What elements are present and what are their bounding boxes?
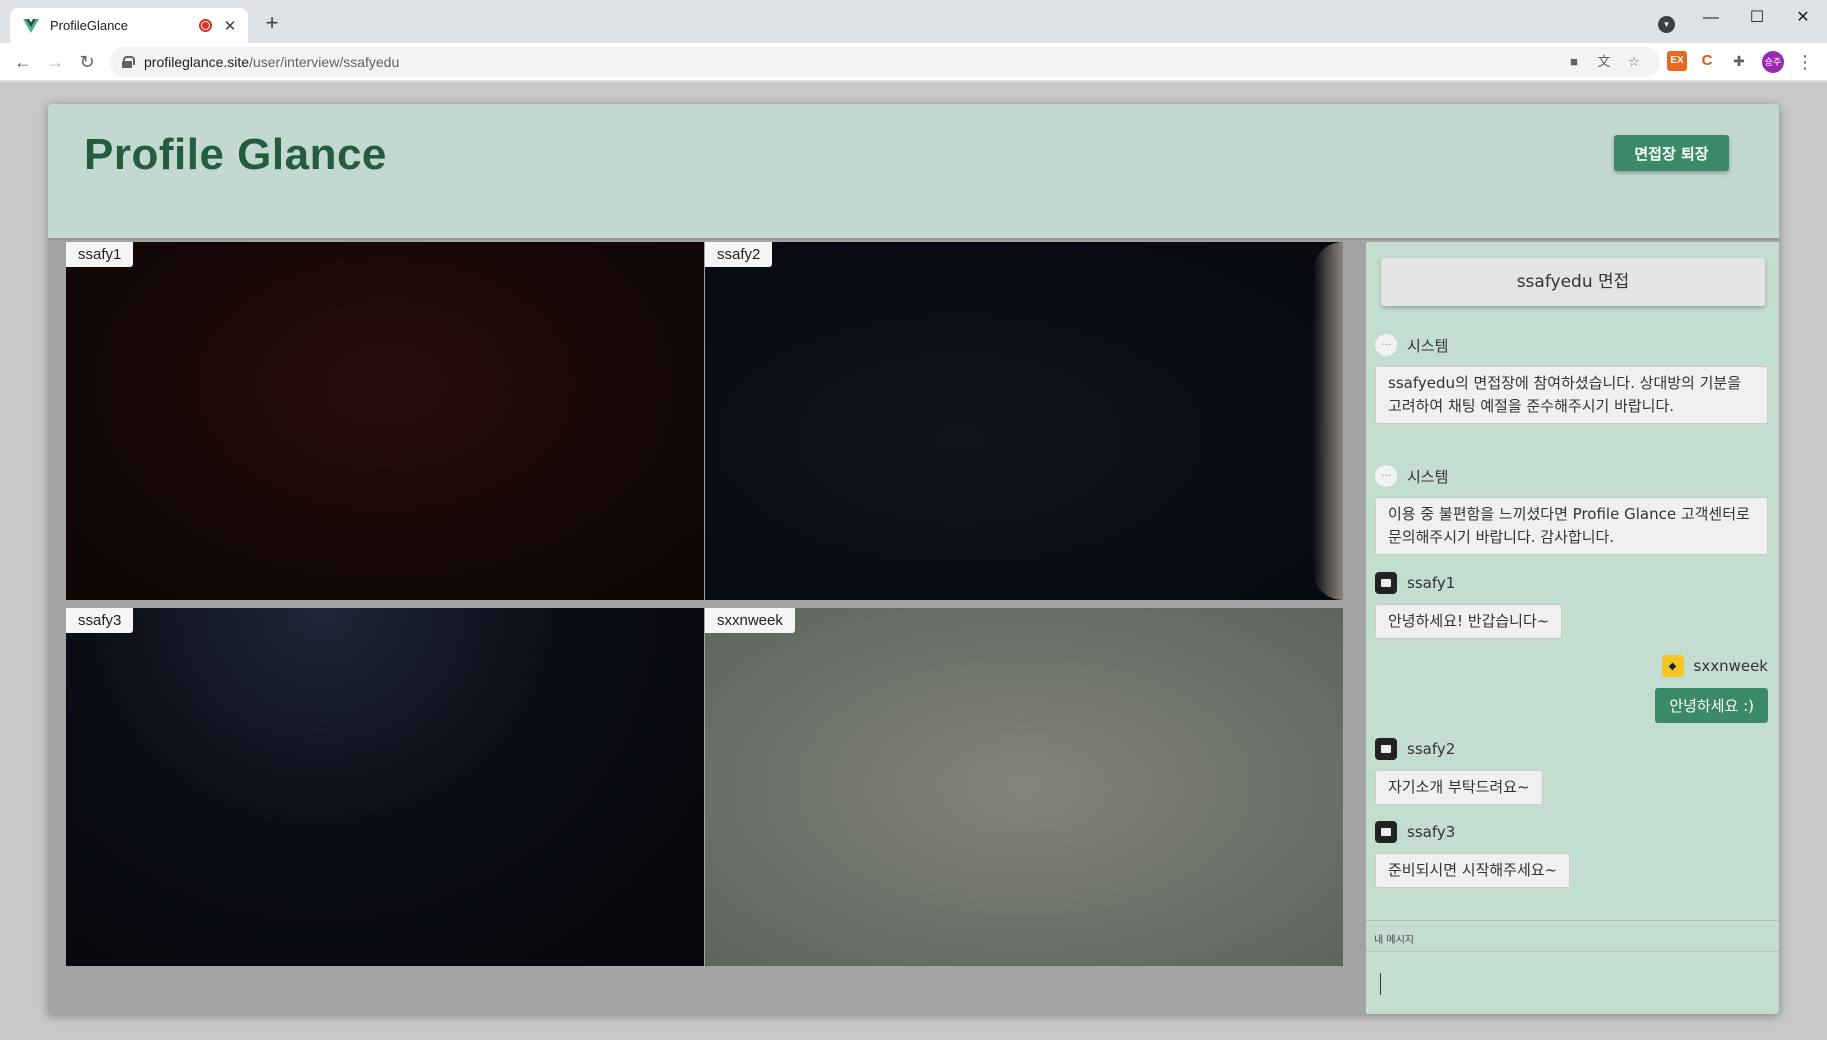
system-avatar-icon: ··· (1375, 334, 1397, 356)
sender-name: sxxnweek (1693, 657, 1769, 675)
url-path: /user/interview/ssafyedu (249, 54, 400, 70)
input-label: 내 메시지 (1374, 935, 1414, 946)
chat-message-mine: 안녕하세요 :) (1655, 688, 1768, 723)
divider (1366, 951, 1779, 952)
lock-icon (122, 56, 135, 68)
extension-orange-icon[interactable]: EX (1667, 51, 1687, 71)
chat-panel: ssafyedu 면접 ··· 시스템 ssafyedu의 면접장에 참여하셨습… (1366, 242, 1779, 1014)
chat-message: 이용 중 불편함을 느끼셨다면 Profile Glance 고객센터로 문의해… (1375, 497, 1768, 555)
camera-icon[interactable]: ■ (1564, 53, 1584, 71)
video-label: sxxnweek (705, 608, 795, 633)
user-avatar-icon (1375, 572, 1397, 594)
video-tile-sxxnweek[interactable]: sxxnweek (705, 608, 1343, 966)
vue-logo-icon (22, 17, 40, 35)
reload-icon[interactable]: ↻ (74, 49, 100, 75)
extensions-puzzle-icon[interactable]: ✚ (1729, 51, 1749, 71)
app-header: Profile Glance 면접장 퇴장 (48, 104, 1779, 240)
video-tile-ssafy2[interactable]: ssafy2 (705, 242, 1343, 600)
close-window-button[interactable]: ✕ (1780, 4, 1826, 32)
sender-name: ssafy2 (1407, 740, 1456, 758)
interview-app: Profile Glance 면접장 퇴장 ssafy1 ssafy2 ssaf… (48, 104, 1779, 1014)
chat-message: 준비되시면 시작해주세요~ (1375, 853, 1571, 888)
exit-interview-button[interactable]: 면접장 퇴장 (1614, 135, 1729, 171)
url-host: profileglance.site (144, 54, 250, 70)
text-caret (1380, 973, 1381, 995)
browser-toolbar: ← → ↻ profileglance.site /user/interview… (0, 43, 1827, 81)
address-bar[interactable]: profileglance.site /user/interview/ssafy… (110, 47, 1660, 77)
tab-search-icon[interactable]: ▾ (1658, 16, 1675, 33)
profile-avatar[interactable]: 승주 (1762, 51, 1784, 73)
sender-name: 시스템 (1407, 336, 1449, 355)
system-avatar-icon: ··· (1375, 465, 1397, 487)
message-sender: ssafy3 (1375, 821, 1455, 843)
message-sender: ssafy1 (1375, 572, 1455, 594)
sender-name: ssafy3 (1407, 823, 1456, 841)
new-tab-button[interactable]: + (260, 12, 284, 36)
user-avatar-icon (1375, 738, 1397, 760)
extension-c-icon[interactable]: C (1697, 51, 1717, 71)
my-avatar-icon: ◆ (1661, 655, 1684, 677)
video-tile-ssafy1[interactable]: ssafy1 (66, 242, 704, 600)
message-sender: ··· 시스템 (1375, 334, 1448, 356)
video-grid: ssafy1 ssafy2 ssafy3 sxxnweek (66, 242, 1344, 970)
tab-title: ProfileGlance (50, 18, 129, 33)
message-sender: ssafy2 (1375, 738, 1455, 760)
translate-icon[interactable]: 文 (1594, 53, 1614, 71)
video-highlight (1313, 242, 1343, 600)
video-label: ssafy1 (66, 242, 134, 267)
chat-message-input[interactable] (1366, 953, 1779, 1013)
video-label: ssafy2 (705, 242, 773, 267)
chat-title: ssafyedu 면접 (1381, 258, 1765, 306)
video-tile-ssafy3[interactable]: ssafy3 (66, 608, 704, 966)
forward-icon[interactable]: → (42, 49, 68, 75)
maximize-button[interactable]: ☐ (1734, 4, 1780, 32)
back-icon[interactable]: ← (10, 49, 36, 75)
browser-tab[interactable]: ProfileGlance ✕ (10, 8, 248, 43)
user-avatar-icon (1375, 821, 1397, 843)
recording-icon (199, 19, 212, 32)
app-logo[interactable]: Profile Glance (84, 130, 387, 180)
sender-name: ssafy1 (1407, 574, 1456, 592)
page-viewport: Profile Glance 면접장 퇴장 ssafy1 ssafy2 ssaf… (0, 82, 1827, 1040)
close-tab-icon[interactable]: ✕ (222, 17, 238, 35)
chat-message: 안녕하세요! 반갑습니다~ (1375, 604, 1563, 639)
message-sender-mine: ◆ sxxnweek (1661, 655, 1769, 677)
bookmark-star-icon[interactable]: ☆ (1624, 53, 1644, 71)
browser-menu-icon[interactable]: ⋮ (1796, 50, 1814, 74)
chat-message: ssafyedu의 면접장에 참여하셨습니다. 상대방의 기분을 고려하여 채팅… (1375, 366, 1768, 424)
message-sender: ··· 시스템 (1375, 465, 1448, 487)
browser-tabstrip: ProfileGlance ✕ + ▾ — ☐ ✕ (0, 0, 1827, 43)
chat-message: 자기소개 부탁드려요~ (1375, 770, 1543, 805)
minimize-button[interactable]: — (1688, 4, 1734, 32)
sender-name: 시스템 (1407, 467, 1449, 486)
chat-input-area: 내 메시지 (1366, 920, 1779, 1014)
video-label: ssafy3 (66, 608, 134, 633)
